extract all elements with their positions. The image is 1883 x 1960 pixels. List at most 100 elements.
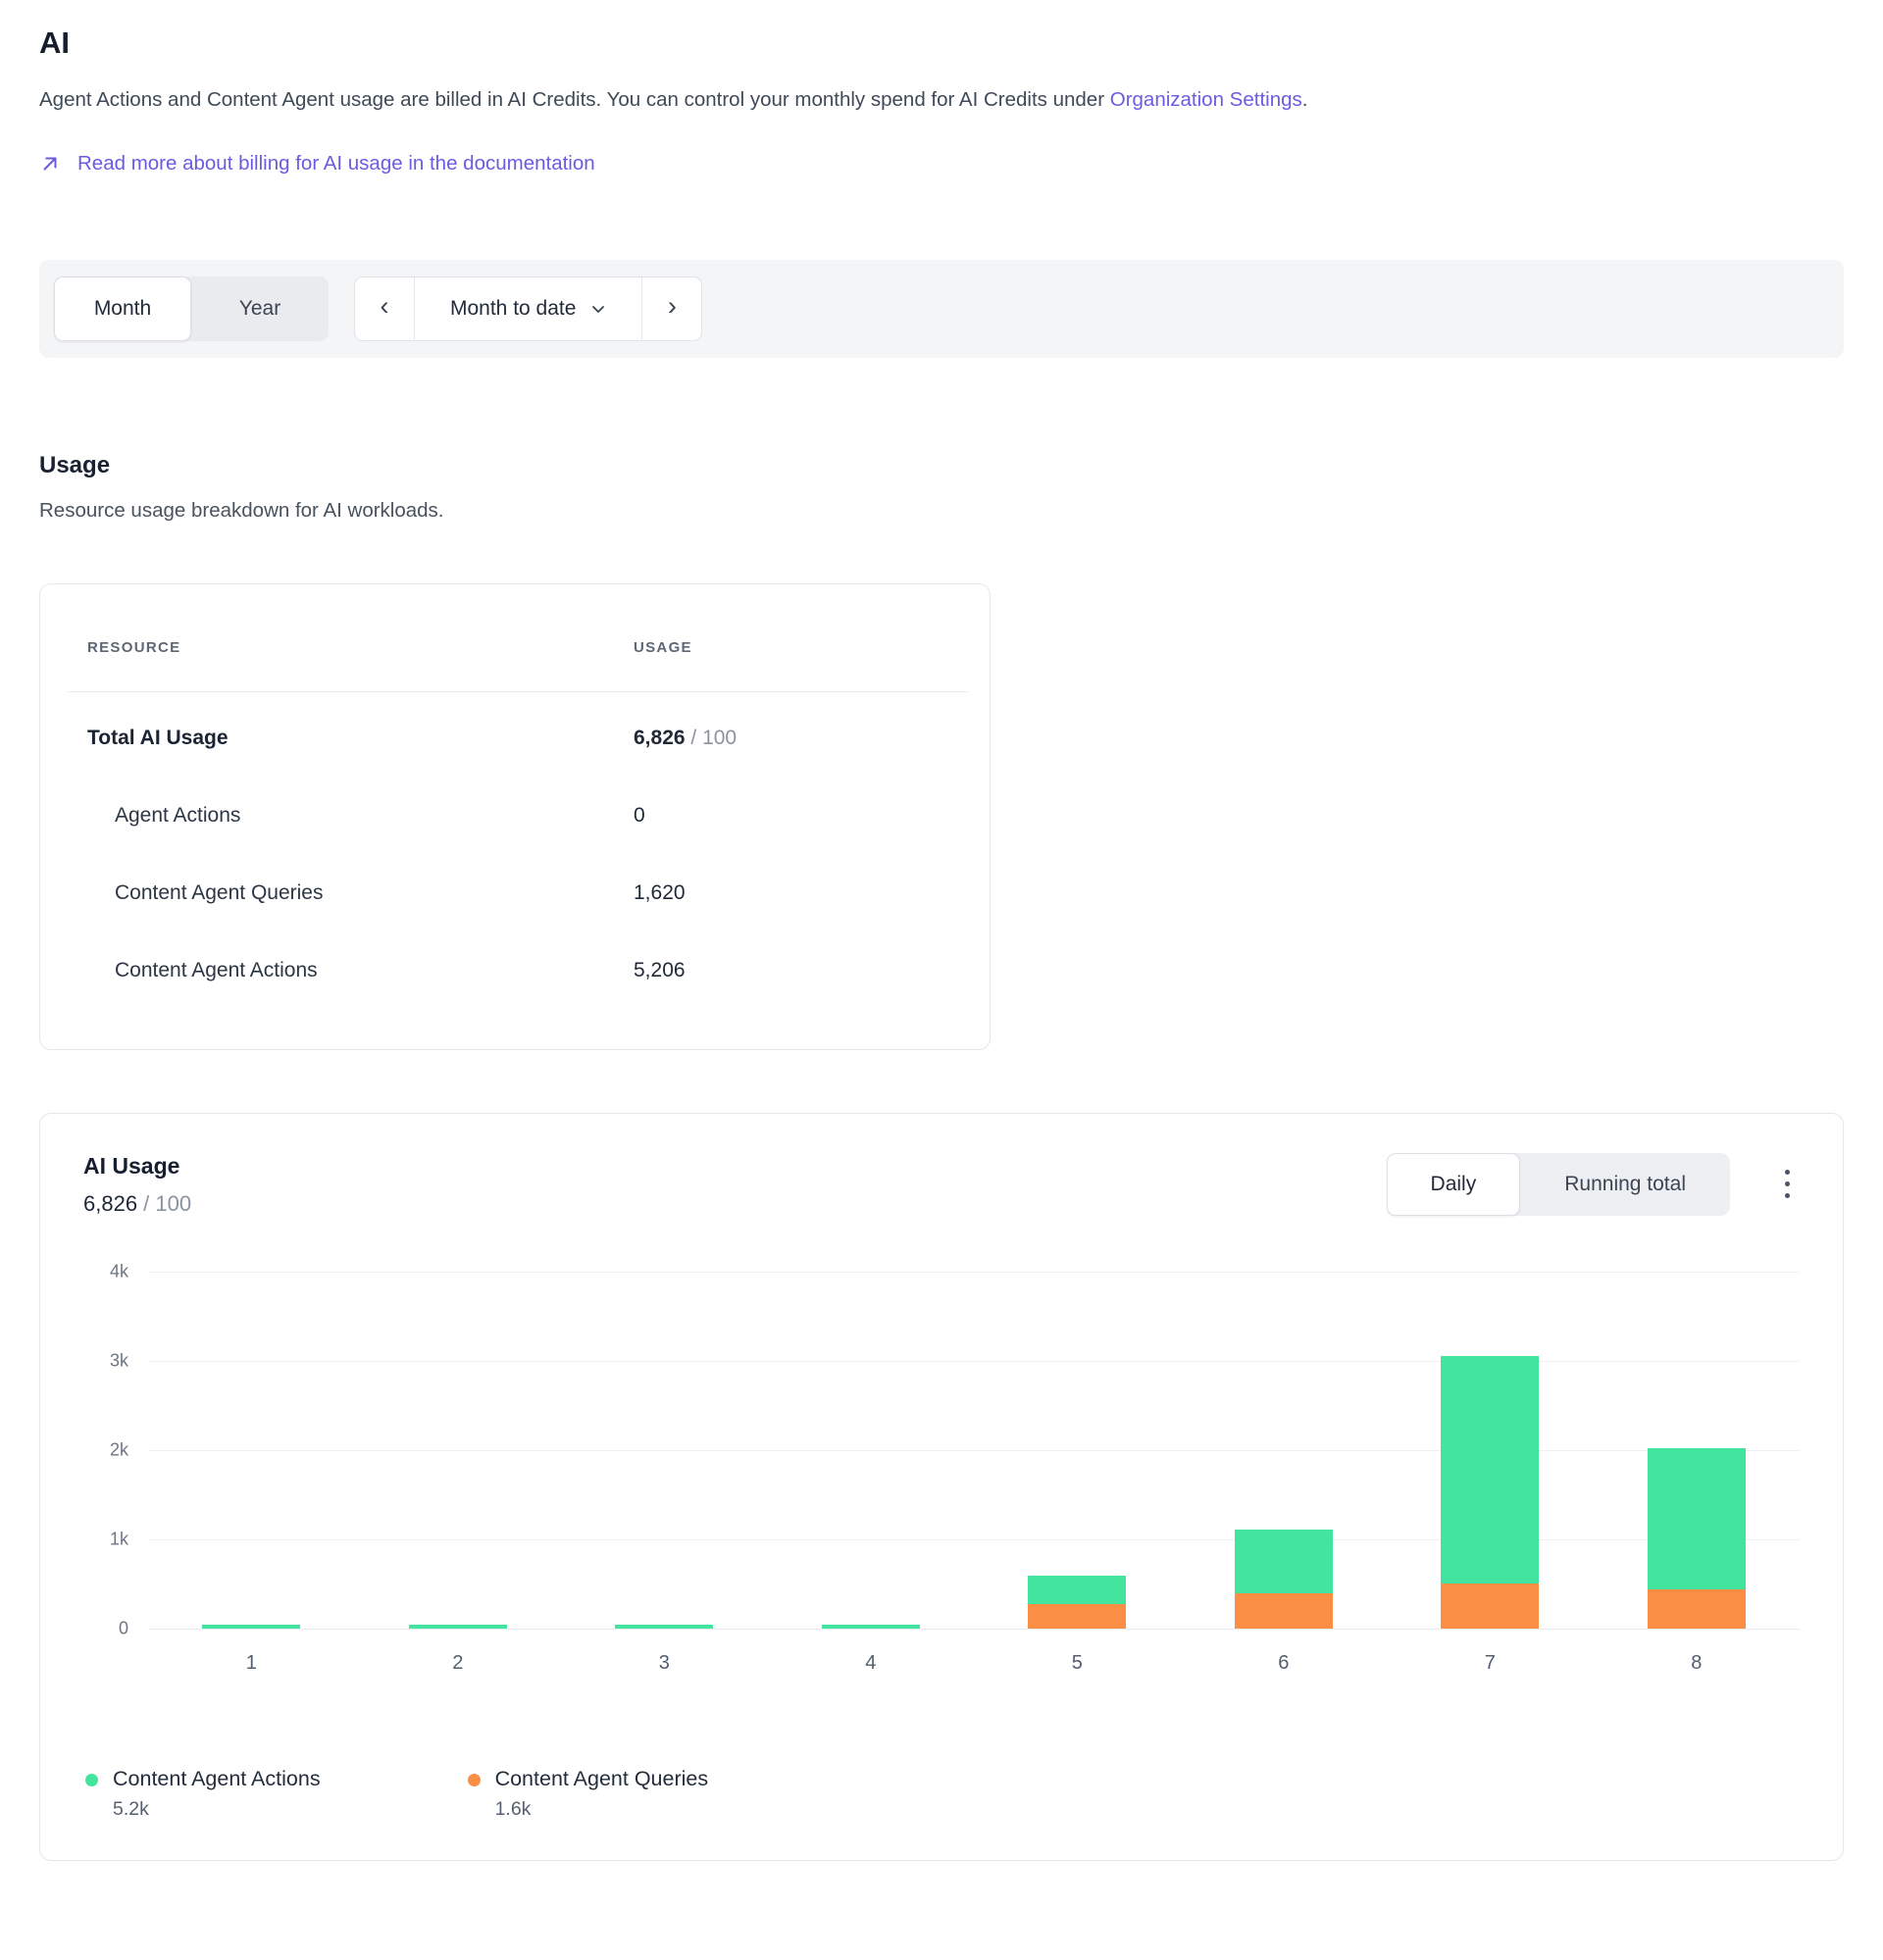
date-range-toolbar: Month Year ‹ Month to date › bbox=[39, 259, 1844, 358]
x-axis-tick: 8 bbox=[1691, 1651, 1703, 1674]
kebab-icon bbox=[1785, 1170, 1790, 1176]
bar-stack-day-4[interactable] bbox=[821, 1624, 920, 1629]
kebab-icon bbox=[1785, 1193, 1790, 1199]
y-axis: 4k 3k 2k 1k 0 bbox=[83, 1261, 148, 1637]
read-more-docs-link[interactable]: Read more about billing for AI usage in … bbox=[39, 152, 595, 176]
x-axis-tick: 7 bbox=[1484, 1651, 1496, 1674]
chevron-down-icon bbox=[590, 301, 606, 317]
y-axis-tick: 2k bbox=[109, 1439, 128, 1460]
y-axis-tick: 1k bbox=[109, 1529, 128, 1549]
bar-slot bbox=[148, 1624, 355, 1629]
chevron-right-icon: › bbox=[667, 291, 677, 322]
row-value: 1,620 bbox=[634, 881, 686, 905]
resource-usage-table: RESOURCE USAGE Total AI Usage 6,826 / 10… bbox=[39, 582, 991, 1050]
bar-stack-day-3[interactable] bbox=[615, 1624, 714, 1629]
bar-slot bbox=[974, 1575, 1181, 1629]
legend-name: Content Agent Actions bbox=[113, 1766, 321, 1790]
page-description: Agent Actions and Content Agent usage ar… bbox=[39, 86, 1844, 115]
bar-segment[interactable] bbox=[1441, 1355, 1540, 1583]
bar-segment[interactable] bbox=[615, 1624, 714, 1629]
date-range-label: Month to date bbox=[450, 296, 577, 320]
chart-title: AI Usage bbox=[83, 1152, 180, 1179]
legend-total: 1.6k bbox=[494, 1797, 532, 1820]
period-toggle: Month Year bbox=[54, 276, 329, 341]
legend-total: 5.2k bbox=[113, 1797, 149, 1820]
bar-segment[interactable] bbox=[1028, 1603, 1127, 1629]
view-toggle-daily[interactable]: Daily bbox=[1386, 1152, 1521, 1216]
bar-slot bbox=[561, 1624, 768, 1629]
bar-segment[interactable] bbox=[1234, 1592, 1333, 1629]
y-axis-tick: 3k bbox=[109, 1350, 128, 1371]
row-label: Content Agent Actions bbox=[115, 959, 318, 982]
previous-period-button[interactable]: ‹ bbox=[355, 277, 414, 340]
y-axis-tick: 4k bbox=[109, 1261, 128, 1282]
date-range-picker: ‹ Month to date › bbox=[354, 276, 703, 341]
bar-stack-day-8[interactable] bbox=[1647, 1447, 1746, 1629]
period-toggle-year[interactable]: Year bbox=[191, 276, 329, 341]
x-axis-tick: 1 bbox=[245, 1651, 257, 1674]
legend-name: Content Agent Queries bbox=[494, 1766, 709, 1790]
bar-segment[interactable] bbox=[1234, 1529, 1333, 1593]
x-axis-tick: 5 bbox=[1071, 1651, 1083, 1674]
view-toggle-running-total[interactable]: Running total bbox=[1520, 1153, 1730, 1216]
x-axis-tick: 4 bbox=[865, 1651, 877, 1674]
column-header-usage: USAGE bbox=[634, 638, 692, 656]
description-text: Agent Actions and Content Agent usage ar… bbox=[39, 88, 1110, 111]
column-header-resource: RESOURCE bbox=[87, 638, 181, 656]
bar-segment[interactable] bbox=[408, 1624, 507, 1629]
green-dot-icon bbox=[85, 1773, 98, 1786]
bar-segment[interactable] bbox=[1647, 1588, 1746, 1629]
bar-segment[interactable] bbox=[1647, 1447, 1746, 1589]
chevron-left-icon: ‹ bbox=[380, 291, 389, 322]
row-value: 0 bbox=[634, 804, 645, 828]
description-period: . bbox=[1301, 88, 1308, 111]
row-label: Content Agent Queries bbox=[115, 881, 324, 905]
orange-dot-icon bbox=[467, 1773, 481, 1786]
period-toggle-month[interactable]: Month bbox=[54, 276, 191, 341]
usage-section-subtitle: Resource usage breakdown for AI workload… bbox=[39, 498, 444, 522]
x-axis-tick: 2 bbox=[452, 1651, 464, 1674]
bar-stack-day-1[interactable] bbox=[202, 1624, 301, 1629]
external-link-icon bbox=[39, 153, 61, 175]
bar-stack-day-2[interactable] bbox=[408, 1624, 507, 1629]
chart-total: 6,826 / 100 bbox=[83, 1191, 191, 1217]
bar-slot bbox=[768, 1624, 975, 1629]
gridline bbox=[148, 1628, 1800, 1630]
chart-total-limit: / 100 bbox=[137, 1190, 192, 1216]
bar-slot bbox=[1181, 1529, 1388, 1629]
bar-slot bbox=[1594, 1447, 1801, 1629]
date-range-dropdown[interactable]: Month to date bbox=[414, 276, 643, 340]
ai-billing-page: AI Agent Actions and Content Agent usage… bbox=[0, 0, 1883, 1904]
chart-legend: Content Agent Actions 5.2k Content Agent… bbox=[83, 1767, 1800, 1821]
bar-stack-day-6[interactable] bbox=[1234, 1529, 1333, 1629]
chart-total-value: 6,826 bbox=[83, 1190, 138, 1216]
table-row-agent-actions: Agent Actions 0 bbox=[40, 778, 990, 855]
bar-slot bbox=[355, 1624, 562, 1629]
chart-header: AI Usage 6,826 / 100 Daily Running total bbox=[83, 1152, 1800, 1217]
chart-view-toggle: Daily Running total bbox=[1386, 1152, 1730, 1216]
legend-item-content-agent-actions: Content Agent Actions 5.2k bbox=[85, 1767, 321, 1821]
next-period-button[interactable]: › bbox=[642, 277, 701, 340]
organization-settings-link[interactable]: Organization Settings bbox=[1110, 88, 1302, 111]
bar-stack-day-5[interactable] bbox=[1028, 1575, 1127, 1629]
chart-title-block: AI Usage 6,826 / 100 bbox=[83, 1153, 191, 1217]
x-axis-tick: 3 bbox=[658, 1651, 670, 1674]
row-value: 5,206 bbox=[634, 959, 686, 982]
plot-area bbox=[148, 1271, 1801, 1630]
row-value: 6,826 bbox=[634, 727, 686, 750]
bar-segment[interactable] bbox=[202, 1624, 301, 1629]
bar-segment[interactable] bbox=[1441, 1583, 1540, 1629]
chart-plot: 4k 3k 2k 1k 0 bbox=[83, 1261, 1801, 1637]
bar-segment[interactable] bbox=[1028, 1575, 1127, 1604]
x-axis: 1 2 3 4 5 6 7 8 bbox=[148, 1652, 1800, 1675]
bar-stack-day-7[interactable] bbox=[1441, 1355, 1540, 1629]
row-label: Agent Actions bbox=[115, 804, 241, 828]
chart-menu-button[interactable] bbox=[1775, 1158, 1800, 1210]
bar-segment[interactable] bbox=[821, 1624, 920, 1629]
y-axis-tick: 0 bbox=[118, 1618, 128, 1638]
page-title: AI bbox=[39, 25, 70, 60]
x-axis-tick: 6 bbox=[1278, 1651, 1290, 1674]
table-row-content-agent-queries: Content Agent Queries 1,620 bbox=[40, 855, 990, 932]
row-limit: / 100 bbox=[685, 727, 738, 750]
table-row-total-ai-usage: Total AI Usage 6,826 / 100 bbox=[40, 700, 990, 778]
